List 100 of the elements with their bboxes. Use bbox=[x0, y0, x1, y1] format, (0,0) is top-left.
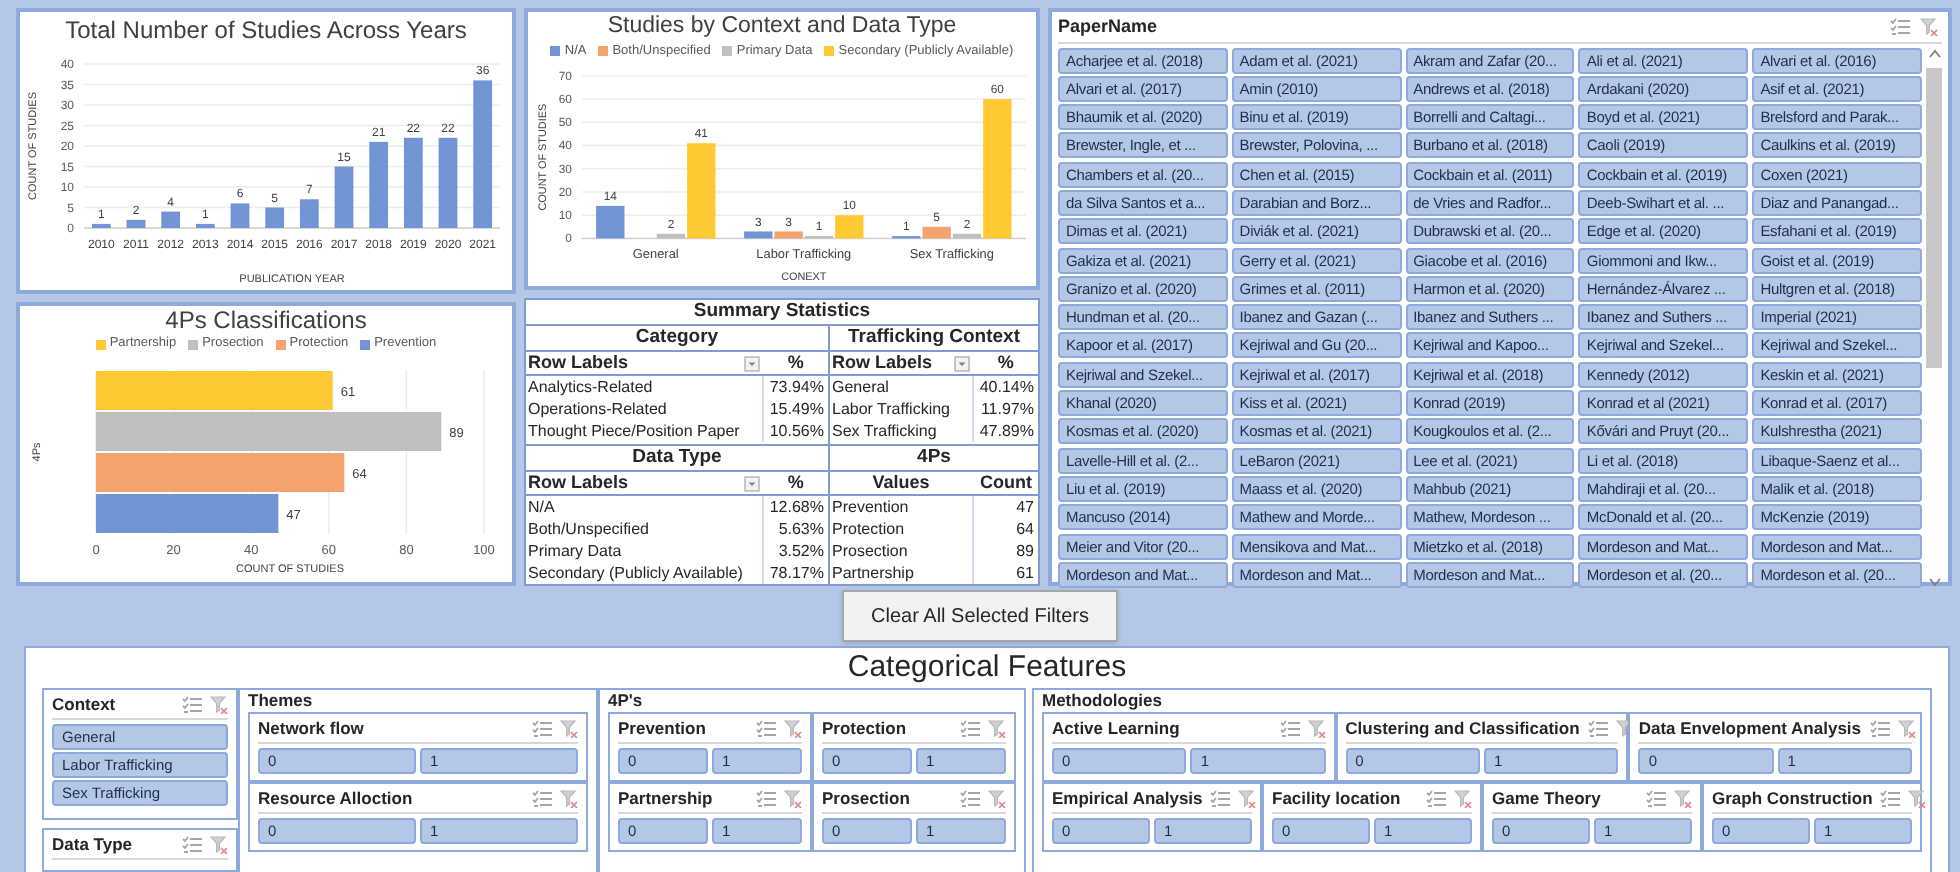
clear-filter-icon[interactable] bbox=[1307, 720, 1326, 738]
group-title: 4P's bbox=[608, 690, 645, 712]
table-cell: Sex Trafficking bbox=[830, 420, 974, 442]
clear-filter-icon[interactable] bbox=[988, 790, 1006, 808]
multi-select-icon[interactable] bbox=[532, 790, 552, 808]
chart-title: Total Number of Studies Across Years bbox=[65, 14, 467, 48]
section-title: Category bbox=[526, 326, 828, 352]
bar bbox=[403, 137, 423, 228]
column-header: Row Labels bbox=[832, 352, 933, 374]
chart-title: 4Ps Classifications bbox=[165, 305, 367, 335]
table-cell-text: 12.68% bbox=[767, 496, 826, 518]
table-cell: Protection bbox=[830, 518, 974, 540]
clear-filter-icon[interactable] bbox=[210, 836, 228, 854]
multi-select-icon[interactable] bbox=[1646, 790, 1666, 808]
multi-select-icon[interactable] bbox=[960, 720, 980, 738]
multi-select-icon[interactable] bbox=[532, 720, 552, 738]
table-cell-text: 3.52% bbox=[776, 540, 826, 562]
multi-select-icon[interactable] bbox=[182, 836, 202, 854]
scroll-down-icon[interactable] bbox=[1927, 575, 1941, 588]
table-cell-text: 64 bbox=[1014, 518, 1036, 540]
multi-select-icon[interactable] bbox=[1426, 790, 1446, 808]
slicer-title: Context bbox=[52, 692, 116, 718]
table-cell: Prevention bbox=[830, 496, 974, 518]
section-heading: Categorical Features bbox=[845, 648, 1129, 688]
slicer-title: Prosection bbox=[822, 786, 910, 812]
table-cell-text: 47 bbox=[1014, 496, 1036, 518]
clear-filters-button[interactable]: Clear All Selected Filters bbox=[841, 590, 1119, 642]
clear-filter-icon[interactable] bbox=[1897, 720, 1916, 738]
section-title: 4Ps bbox=[830, 446, 1038, 472]
slicer-title: Prevention bbox=[618, 716, 706, 742]
slicer-title: Active Learning bbox=[1052, 716, 1180, 742]
bar bbox=[299, 199, 319, 228]
bar bbox=[438, 137, 458, 228]
multi-select-icon[interactable] bbox=[756, 790, 776, 808]
column-header: Row Labels bbox=[528, 472, 629, 494]
table-cell-text: 15.49% bbox=[767, 398, 826, 420]
column-header: % bbox=[763, 352, 828, 376]
clear-filter-icon[interactable] bbox=[1920, 18, 1938, 37]
table-cell: Both/Unspecified bbox=[526, 518, 764, 540]
table-cell: Secondary (Publicly Available) bbox=[526, 562, 764, 584]
multi-select-icon[interactable] bbox=[1210, 790, 1231, 808]
multi-select-icon[interactable] bbox=[1869, 720, 1890, 738]
bar bbox=[195, 223, 215, 228]
multi-select-icon[interactable] bbox=[1880, 790, 1901, 808]
slicer-title: Resource Alloction bbox=[258, 786, 413, 812]
bar bbox=[265, 207, 285, 228]
table-cell: Primary Data bbox=[526, 540, 764, 562]
section-title: Trafficking Context bbox=[830, 326, 1038, 352]
slicer-title: Empirical Analysis bbox=[1052, 786, 1203, 812]
multi-select-icon[interactable] bbox=[1890, 18, 1910, 37]
clear-filter-icon[interactable] bbox=[1908, 790, 1927, 808]
table-cell: Analytics-Related bbox=[526, 376, 764, 398]
dropdown-icon[interactable] bbox=[953, 355, 970, 371]
clear-filter-icon[interactable] bbox=[1454, 790, 1472, 808]
slicer-title: Facility location bbox=[1272, 786, 1401, 812]
table-cell-text: 5.63% bbox=[776, 518, 826, 540]
table-cell: Prosection bbox=[830, 540, 974, 562]
chart-title: Studies by Context and Data Type bbox=[607, 12, 957, 42]
scrollbar-thumb[interactable] bbox=[1926, 67, 1942, 367]
clear-filter-icon[interactable] bbox=[560, 720, 578, 738]
table-title: Summary Statistics bbox=[526, 300, 1038, 326]
clear-filter-icon[interactable] bbox=[784, 720, 802, 738]
clear-filter-icon[interactable] bbox=[210, 696, 228, 714]
table-cell: Operations-Related bbox=[526, 398, 764, 420]
clear-filter-icon[interactable] bbox=[1238, 790, 1257, 808]
column-header: Count bbox=[974, 472, 1038, 496]
slicer-title: Data Envelopment Analysis bbox=[1638, 716, 1862, 742]
table-cell: General bbox=[830, 376, 974, 398]
group-title: Methodologies bbox=[1042, 690, 1164, 712]
section-title: Data Type bbox=[526, 446, 828, 472]
table-cell-text: 73.94% bbox=[767, 376, 826, 398]
slicer-title: PaperName bbox=[1058, 14, 1158, 40]
multi-select-icon[interactable] bbox=[1279, 720, 1300, 738]
column-header: % bbox=[763, 472, 828, 496]
dropdown-icon[interactable] bbox=[743, 475, 760, 491]
slicer-title: Data Type bbox=[52, 832, 132, 858]
table-cell-text: 11.97% bbox=[978, 398, 1036, 420]
column-header: % bbox=[973, 352, 1038, 376]
multi-select-icon[interactable] bbox=[960, 790, 980, 808]
multi-select-icon[interactable] bbox=[1587, 720, 1608, 738]
scroll-up-icon[interactable] bbox=[1927, 47, 1941, 59]
dropdown-icon[interactable] bbox=[743, 355, 760, 371]
clear-filter-icon[interactable] bbox=[1674, 790, 1692, 808]
table-cell: Partnership bbox=[830, 562, 974, 584]
table-cell-text: 61 bbox=[1014, 562, 1036, 584]
multi-select-icon[interactable] bbox=[182, 696, 202, 714]
bar bbox=[161, 211, 181, 228]
multi-select-icon[interactable] bbox=[756, 720, 776, 738]
clear-filter-icon[interactable] bbox=[560, 790, 578, 808]
bar bbox=[230, 203, 250, 228]
bar bbox=[91, 223, 111, 228]
clear-filter-icon[interactable] bbox=[784, 790, 802, 808]
slicer-title: Partnership bbox=[618, 786, 713, 812]
table-cell-text: 89 bbox=[1014, 540, 1036, 562]
table-cell-text: 47.89% bbox=[977, 420, 1036, 442]
table-cell-text: 40.14% bbox=[977, 376, 1036, 398]
bar bbox=[334, 166, 354, 228]
slicer-title: Graph Construction bbox=[1712, 786, 1873, 812]
bar bbox=[369, 141, 389, 228]
clear-filter-icon[interactable] bbox=[988, 720, 1006, 738]
